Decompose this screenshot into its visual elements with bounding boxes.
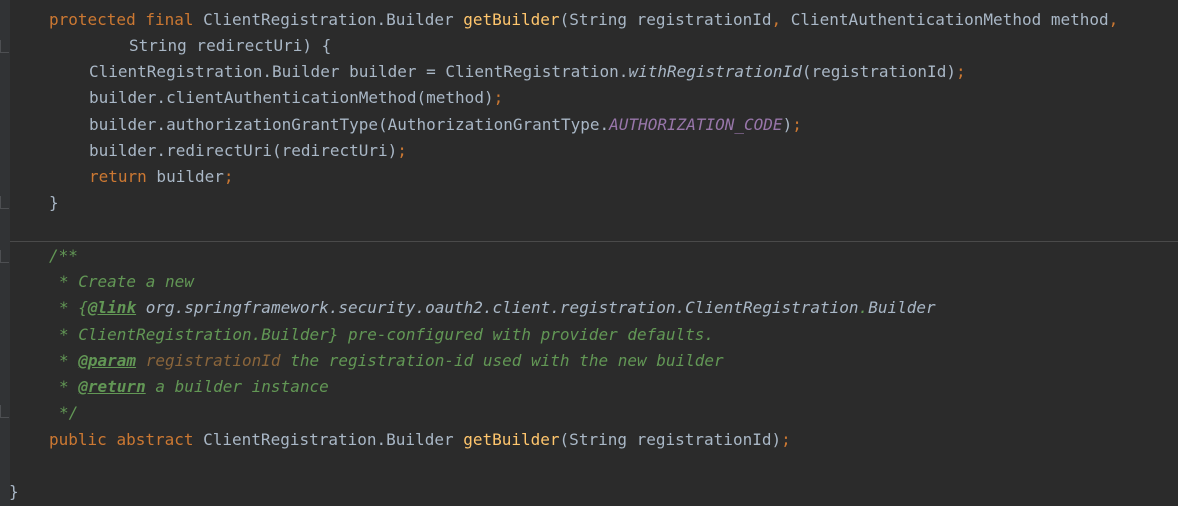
method-separator — [10, 241, 1178, 242]
code-token: abstract — [116, 430, 194, 449]
code-token: ClientAuthenticationMethod method — [781, 10, 1109, 29]
code-token: final — [145, 10, 194, 29]
code-token: builder.redirectUri(redirectUri) — [89, 141, 398, 160]
code-token: getBuilder — [463, 10, 560, 29]
code-token: /** — [49, 246, 78, 265]
code-token: builder.clientAuthenticationMethod(metho… — [89, 88, 494, 107]
code-token: @link — [87, 298, 137, 317]
code-line[interactable]: return builder; — [89, 164, 234, 190]
code-line[interactable]: builder.redirectUri(redirectUri); — [89, 138, 407, 164]
code-token: ) — [782, 115, 793, 134]
code-line[interactable]: public abstract ClientRegistration.Build… — [49, 427, 791, 453]
code-token: ClientRegistration.Builder — [193, 10, 464, 29]
code-line[interactable]: builder.authorizationGrantType(Authoriza… — [89, 112, 802, 138]
code-token: builder — [146, 167, 224, 186]
code-token: } — [49, 193, 59, 212]
code-token: } — [9, 482, 19, 501]
code-line[interactable]: /** — [49, 243, 78, 269]
code-token: . — [858, 298, 869, 317]
code-token: registrationId — [145, 351, 281, 370]
code-token: Builder — [868, 298, 936, 317]
code-token: org.springframework.security.oauth2.clie… — [136, 298, 859, 317]
code-token: ; — [493, 88, 504, 107]
code-line[interactable]: } — [9, 479, 19, 505]
code-token: return — [89, 167, 147, 186]
code-line[interactable]: } — [49, 190, 59, 216]
code-token: ; — [955, 62, 966, 81]
code-line[interactable]: * @param registrationId the registration… — [59, 348, 724, 374]
code-token: ; — [792, 115, 802, 134]
code-line[interactable]: */ — [59, 400, 78, 426]
code-token: ClientRegistration.Builder — [193, 430, 464, 449]
code-token: * { — [59, 298, 88, 317]
fold-marker-icon[interactable] — [0, 250, 9, 263]
code-token: withRegistrationId — [628, 62, 802, 81]
code-token: * — [59, 377, 79, 396]
fold-marker-icon[interactable] — [0, 196, 9, 209]
code-token: (String registrationId) — [559, 430, 782, 449]
code-token: , — [771, 10, 782, 29]
code-token: * Create a new — [59, 272, 194, 291]
code-token: String redirectUri) { — [129, 36, 332, 55]
code-token: (String registrationId — [559, 10, 772, 29]
code-line[interactable]: ClientRegistration.Builder builder = Cli… — [89, 59, 966, 85]
code-line[interactable]: * @return a builder instance — [59, 374, 329, 400]
code-token: @return — [78, 377, 146, 396]
code-token: (registrationId) — [801, 62, 956, 81]
code-token: AUTHORIZATION_CODE — [609, 115, 783, 134]
code-token: ; — [223, 167, 234, 186]
code-line[interactable]: protected final ClientRegistration.Build… — [49, 7, 1118, 33]
code-token: protected — [49, 10, 136, 29]
code-token: * ClientRegistration.Builder} pre-config… — [59, 325, 715, 344]
code-token: ; — [397, 141, 407, 160]
code-token: ClientRegistration.Builder builder = Cli… — [89, 62, 629, 81]
code-line[interactable]: builder.clientAuthenticationMethod(metho… — [89, 85, 503, 111]
code-token: a builder instance — [145, 377, 329, 396]
code-token: the registration-id used with the new bu… — [280, 351, 724, 370]
code-token: */ — [59, 403, 79, 422]
code-token: , — [1108, 10, 1119, 29]
code-line[interactable]: String redirectUri) { — [129, 33, 331, 59]
code-token: public — [49, 430, 107, 449]
code-line[interactable]: * {@link org.springframework.security.oa… — [59, 295, 936, 321]
code-line[interactable]: * Create a new — [59, 269, 194, 295]
code-token: builder.authorizationGrantType(Authoriza… — [89, 115, 610, 134]
code-line[interactable]: * ClientRegistration.Builder} pre-config… — [59, 322, 714, 348]
code-token: ; — [781, 430, 791, 449]
fold-marker-icon[interactable] — [0, 405, 9, 418]
code-token: @param — [78, 351, 137, 370]
code-token: getBuilder — [463, 430, 560, 449]
fold-marker-icon[interactable] — [0, 40, 9, 53]
code-token: * — [59, 351, 79, 370]
